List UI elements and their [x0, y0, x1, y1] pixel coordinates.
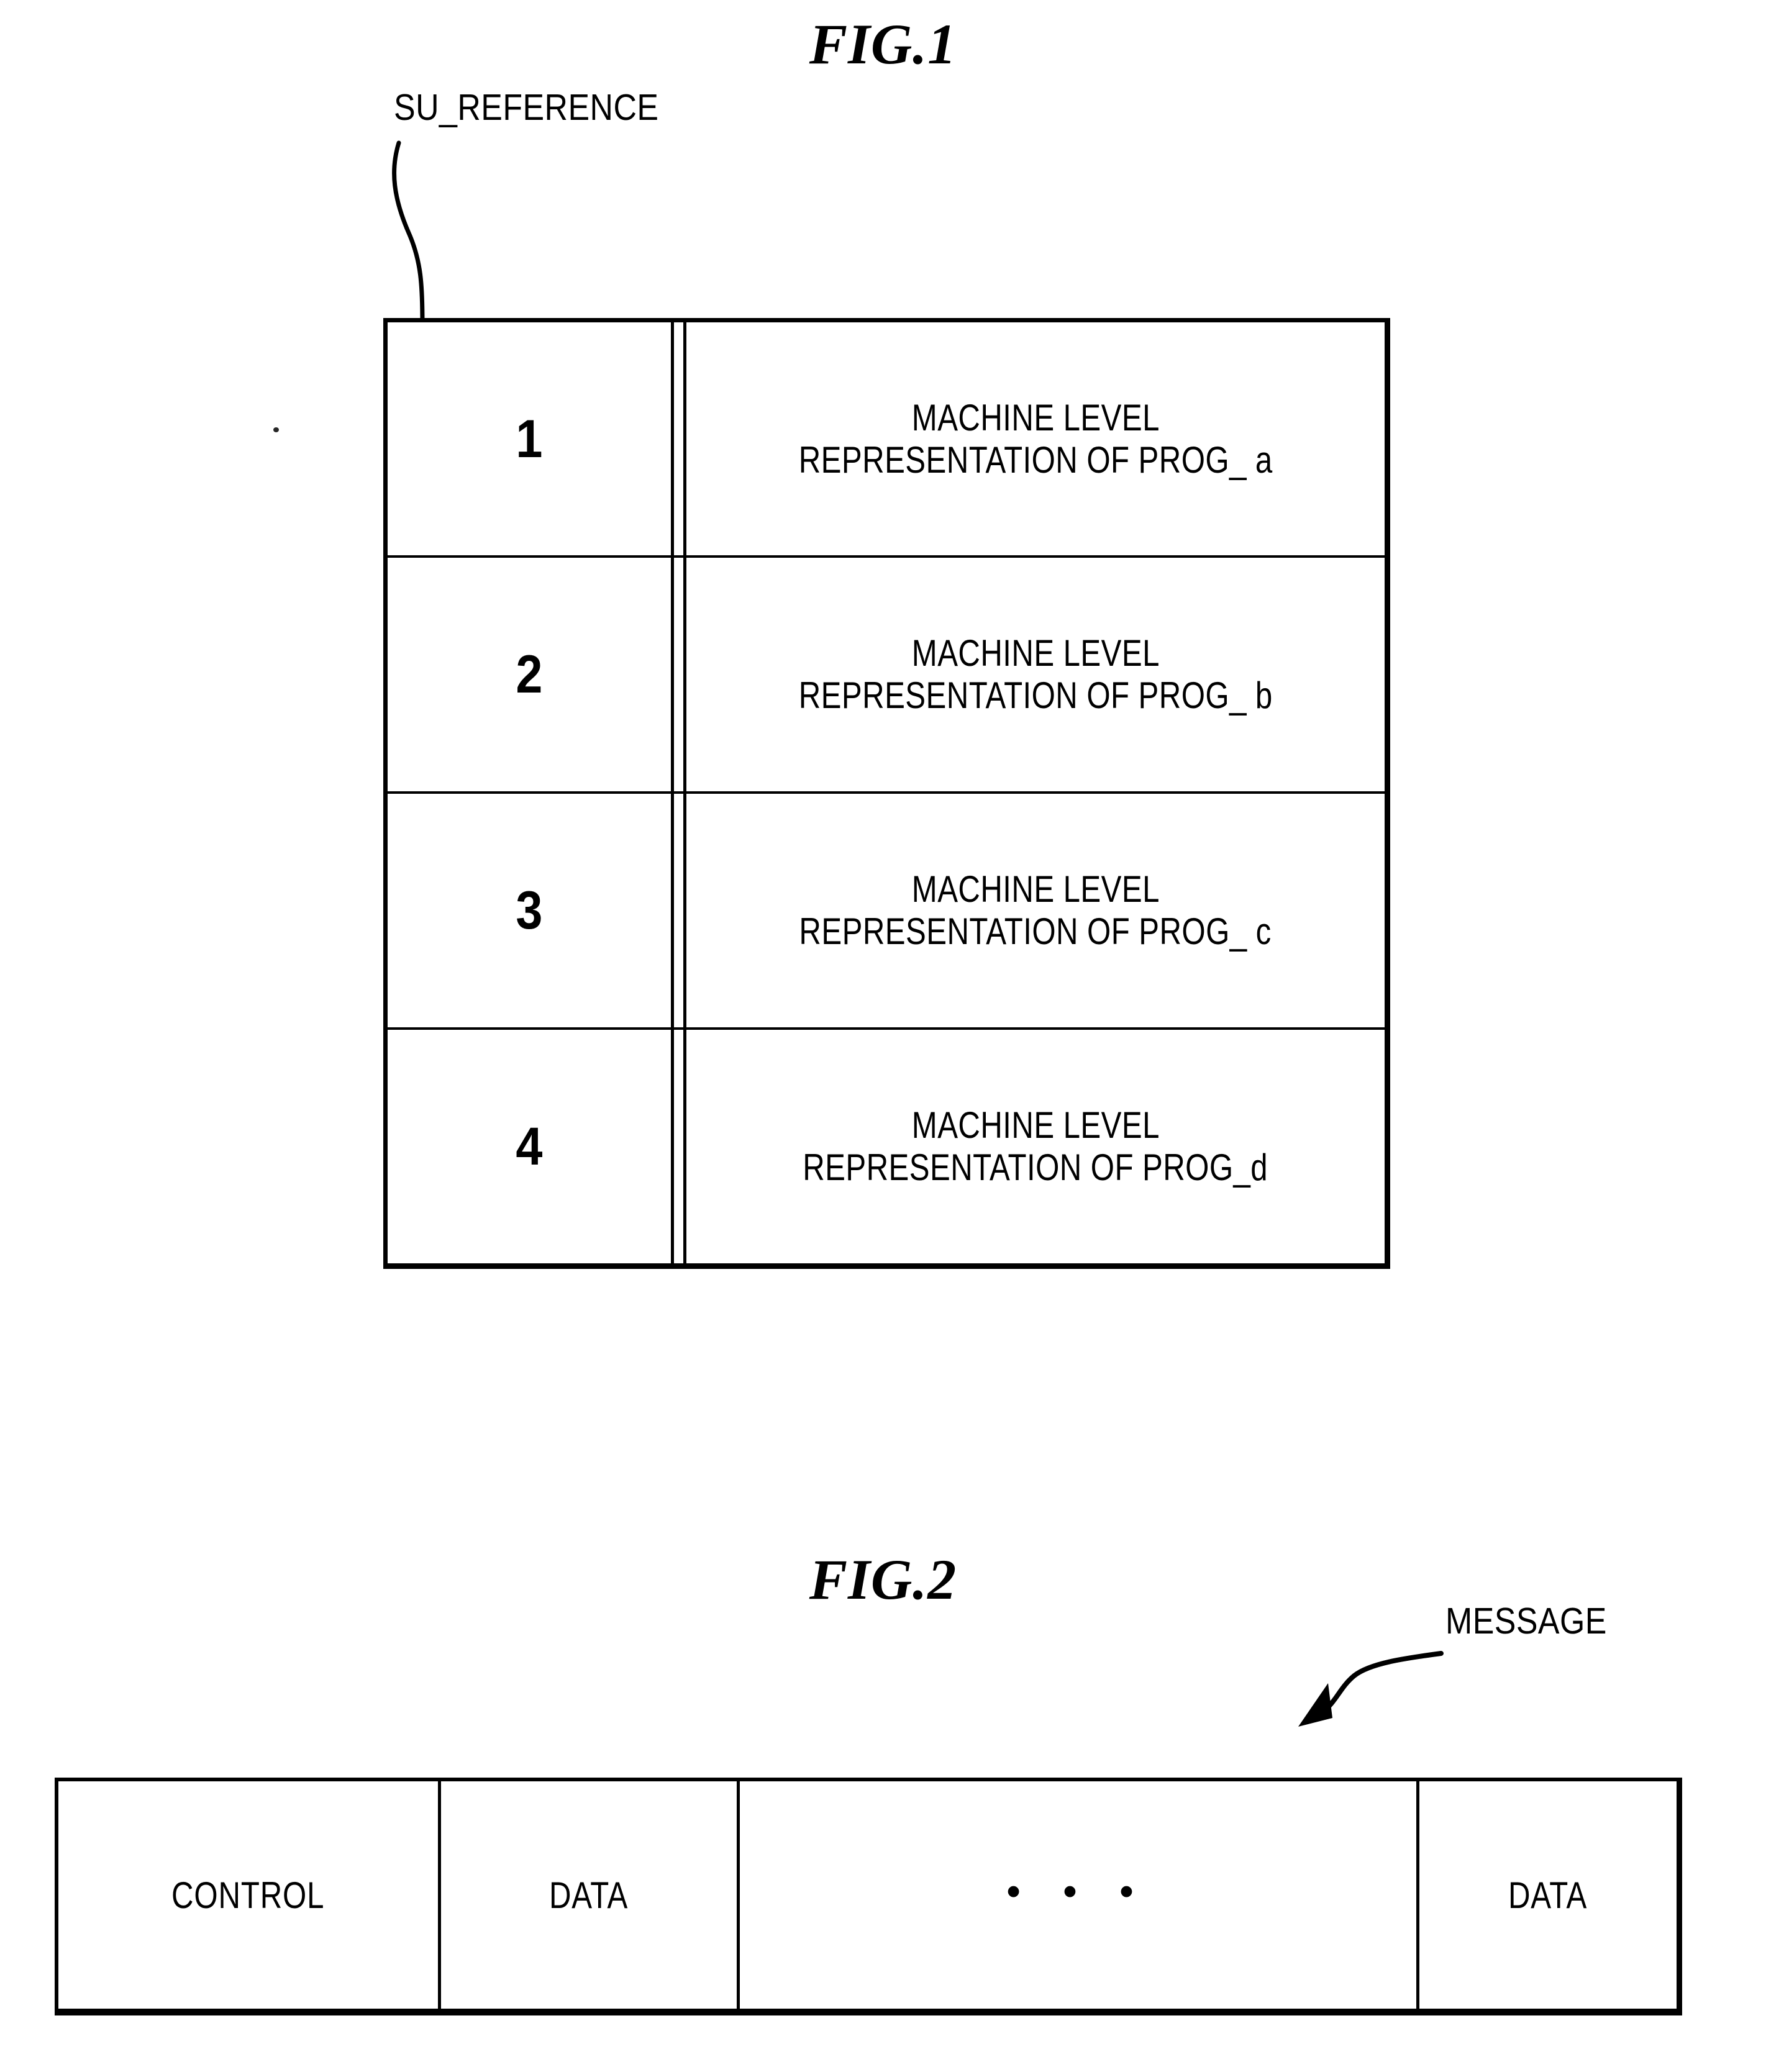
table-row-content-cell: MACHINE LEVEL REPRESENTATION OF PROG_d: [686, 1030, 1385, 1292]
table-row-number-cell: 2: [388, 558, 671, 791]
table-row-content-cell: MACHINE LEVEL REPRESENTATION OF PROG_ b: [686, 558, 1385, 791]
patent-drawing-sheet: FIG.1 SU_REFERENCE 1 MACHINE LEVEL REPRE…: [0, 0, 1766, 2072]
scan-artifact-speck: [273, 427, 279, 432]
message-frame: CONTROL DATA • • • DATA: [55, 1778, 1682, 2015]
message-field-label: DATA: [1508, 1874, 1588, 1916]
message-field-data-last: DATA: [1419, 1781, 1677, 2009]
table-row-content-line-1: MACHINE LEVEL: [911, 868, 1160, 911]
message-field-data-first: DATA: [441, 1781, 737, 2009]
table-row-content-cell: MACHINE LEVEL REPRESENTATION OF PROG_ c: [686, 794, 1385, 1027]
message-field-label: CONTROL: [171, 1874, 325, 1916]
table-row: 4 MACHINE LEVEL REPRESENTATION OF PROG_d: [388, 1030, 1385, 1263]
column-divider-line-left: [671, 322, 674, 555]
table-row-number-cell: 4: [388, 1030, 671, 1263]
table-row-number: 1: [516, 409, 543, 469]
table-row-content-line-1: MACHINE LEVEL: [911, 396, 1160, 438]
table-row-number-cell: 1: [388, 322, 671, 555]
table-row: 2 MACHINE LEVEL REPRESENTATION OF PROG_ …: [388, 558, 1385, 794]
column-divider-line-left: [671, 794, 674, 1027]
table-row-number: 3: [516, 881, 543, 940]
message-leader-arrow: [1298, 1651, 1444, 1727]
table-row-content-line-2: REPRESENTATION OF PROG_d: [803, 1147, 1268, 1188]
column-divider-line-left: [671, 1030, 674, 1263]
table-row-content-line-2: REPRESENTATION OF PROG_ a: [798, 438, 1273, 481]
message-field-ellipsis: • • •: [740, 1781, 1416, 2009]
table-row-content-line-2: REPRESENTATION OF PROG_ b: [798, 675, 1273, 716]
su-reference-table: 1 MACHINE LEVEL REPRESENTATION OF PROG_ …: [383, 318, 1390, 1269]
table-row-content-line-2: REPRESENTATION OF PROG_ c: [799, 911, 1272, 952]
table-row-content-line-1: MACHINE LEVEL: [911, 632, 1160, 675]
message-field-label: • • •: [1006, 1870, 1150, 1913]
table-row-number: 2: [516, 645, 543, 704]
table-row: 3 MACHINE LEVEL REPRESENTATION OF PROG_ …: [388, 794, 1385, 1030]
table-row-number-cell: 3: [388, 794, 671, 1027]
table-row-content-cell: MACHINE LEVEL REPRESENTATION OF PROG_ a: [686, 322, 1385, 555]
table-row: 1 MACHINE LEVEL REPRESENTATION OF PROG_ …: [388, 322, 1385, 558]
column-divider-line-left: [671, 558, 674, 791]
table-row-number: 4: [516, 1117, 543, 1176]
table-row-content-line-1: MACHINE LEVEL: [911, 1104, 1160, 1147]
message-field-label: DATA: [549, 1874, 629, 1916]
su-reference-leader-line: [392, 140, 425, 325]
message-field-control: CONTROL: [58, 1781, 438, 2009]
figure-1-title: FIG.1: [809, 12, 957, 76]
